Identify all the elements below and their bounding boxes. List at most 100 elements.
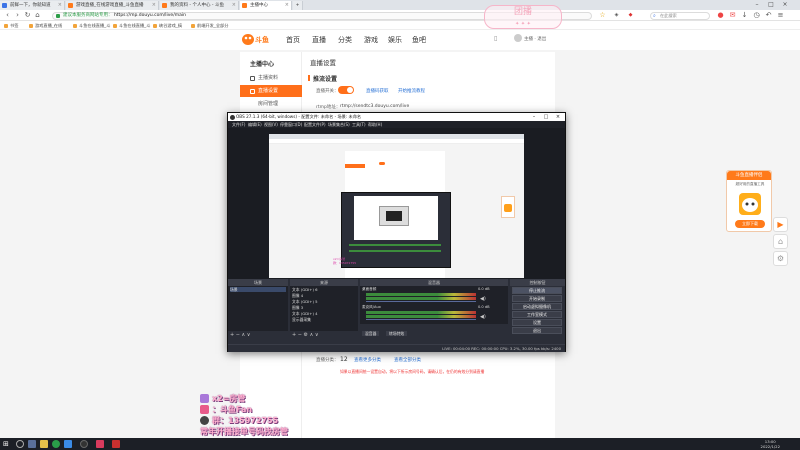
nav-home[interactable]: 首页 [286, 35, 300, 45]
close-window-icon[interactable]: × [778, 0, 792, 10]
obs-taskbar-icon[interactable] [80, 440, 88, 448]
undo-icon[interactable]: ↶ [764, 11, 773, 20]
settings-tool-icon[interactable]: ⚙ [773, 251, 788, 266]
speaker-icon[interactable]: ◀) [480, 296, 486, 302]
source-tools[interactable]: + − ⚙ ∧ ∨ [292, 332, 319, 338]
play-icon[interactable]: ▶ [773, 217, 788, 232]
tab-baidu[interactable]: 前鲜一下，你就知道 × [0, 1, 65, 10]
tab-anchor-center[interactable]: 主播中心 × [240, 1, 292, 10]
close-icon[interactable]: × [58, 1, 62, 10]
app-icon[interactable] [112, 440, 120, 448]
minimize-icon[interactable]: – [750, 0, 764, 10]
virtual-camera-button[interactable]: 启动虚拟摄像机 [512, 303, 562, 310]
source-item[interactable]: 文本 (GDI+) 5 [292, 299, 318, 304]
stop-stream-button[interactable]: 停止推流 [512, 287, 562, 294]
download-icon[interactable]: ↓ [740, 11, 749, 20]
menu-help[interactable]: 帮助(H) [368, 121, 382, 128]
app-icon[interactable] [96, 440, 104, 448]
close-icon[interactable]: × [232, 1, 236, 10]
windows-icon[interactable]: ⊞ [3, 440, 11, 448]
menu-file[interactable]: 文件(F) [232, 121, 245, 128]
maximize-icon[interactable]: □ [764, 0, 778, 10]
menu-edit[interactable]: 编辑(E) [248, 121, 262, 128]
home-tool-icon[interactable]: ⌂ [773, 234, 788, 249]
obs-window[interactable]: OBS 27.1.3 (64-bit, windows) - 配置文件: 未命名… [227, 112, 566, 352]
nav-category[interactable]: 分类 [338, 35, 352, 45]
stream-tutorial-link[interactable]: 开始推流教程 [398, 88, 425, 94]
volume-slider[interactable] [366, 319, 476, 320]
minimize-icon[interactable]: – [528, 113, 540, 121]
volume-slider[interactable] [366, 301, 476, 302]
user-menu[interactable]: 主播 · 退出 [524, 36, 546, 42]
forward-icon[interactable]: › [13, 11, 22, 20]
bookmark-item[interactable]: 斗鱼在线直播_斗 [72, 22, 110, 29]
close-icon[interactable]: × [285, 1, 289, 10]
nav-entertainment[interactable]: 娱乐 [388, 35, 402, 45]
studio-mode-button[interactable]: 工作室模式 [512, 311, 562, 318]
source-item[interactable]: 图像 3 [292, 305, 303, 310]
bookmark-item[interactable]: 游戏直播_在线 [28, 22, 62, 29]
mixer-track-db: 0.0 dB [478, 305, 490, 309]
phone-icon[interactable]: ▯ [494, 35, 497, 42]
nav-game[interactable]: 游戏 [364, 35, 378, 45]
menu-docks[interactable]: 停靠窗口(D) [280, 121, 302, 128]
star-icon[interactable]: ☆ [598, 11, 607, 20]
home-icon[interactable]: ⌂ [33, 11, 42, 20]
new-tab-button[interactable]: + [293, 1, 303, 10]
sidebar-item-room[interactable]: 房间管理 [240, 98, 302, 110]
game-icon[interactable]: ● [716, 11, 725, 20]
transitions-tab[interactable]: 转场特效 [386, 331, 408, 336]
browser-icon[interactable] [64, 440, 72, 448]
tab-profile[interactable]: 我的资料 - 个人中心 - 斗鱼 × [160, 1, 239, 10]
sidebar-item-live-settings[interactable]: 直播设置 [240, 85, 302, 97]
live-toggle[interactable] [338, 86, 354, 94]
back-icon[interactable]: ‹ [3, 11, 12, 20]
download-button[interactable]: 立即下载 [735, 220, 765, 228]
menu-view[interactable]: 视图(V) [264, 121, 278, 128]
tab-douyu-live[interactable]: 游戏直播_在线游戏直播_斗鱼直播 × [66, 1, 159, 10]
douyu-logo[interactable]: 斗鱼 [241, 33, 271, 46]
history-icon[interactable]: ◷ [752, 11, 761, 20]
nav-yuba[interactable]: 鱼吧 [412, 35, 426, 45]
speaker-icon[interactable]: ◀) [480, 314, 486, 320]
search-box[interactable]: ⌕ 在此搜索 [650, 11, 710, 20]
bookmark-item[interactable]: 前端开发_全部分 [190, 22, 228, 29]
source-item[interactable]: 图像 4 [292, 293, 303, 298]
nav-live[interactable]: 直播 [312, 35, 326, 45]
bookmark-item[interactable]: 峡谷游戏_搞 [152, 22, 182, 29]
start-recording-button[interactable]: 开始录制 [512, 295, 562, 302]
sources-list: 文本 (GDI+) 6 图像 4 文本 (GDI+) 5 图像 3 文本 (GD… [290, 286, 358, 331]
sidebar-item-profile[interactable]: 主播资料 [240, 72, 302, 84]
scene-item[interactable]: 场景 [230, 287, 286, 292]
bookmark-item[interactable]: 书签 [3, 22, 18, 29]
extension-icon[interactable]: ◈ [612, 11, 621, 20]
menu-icon[interactable]: ≡ [776, 11, 785, 20]
shield-icon[interactable]: ◆ [626, 11, 635, 20]
obs-preview[interactable]: x2=房管 群：135972755 [228, 128, 565, 279]
promo-card[interactable]: 斗鱼直播伴侣 超好用的直播工具 立即下载 [726, 170, 772, 232]
scene-tools[interactable]: + − ∧ ∨ [230, 332, 250, 338]
mail-icon[interactable]: ✉ [728, 11, 737, 20]
mixer-tab[interactable]: 混音器 [362, 331, 380, 336]
close-window-icon[interactable]: × [552, 113, 564, 121]
refresh-icon[interactable]: ↻ [23, 11, 32, 20]
exit-button[interactable]: 退出 [512, 327, 562, 334]
settings-button[interactable]: 设置 [512, 319, 562, 326]
task-view-icon[interactable] [28, 440, 36, 448]
explorer-icon[interactable] [40, 440, 48, 448]
menu-profile[interactable]: 配置文件(P) [304, 121, 326, 128]
menu-scene-collection[interactable]: 场景集合(S) [328, 121, 350, 128]
menu-tools[interactable]: 工具(T) [352, 121, 366, 128]
maximize-icon[interactable]: □ [540, 113, 552, 121]
bookmark-item[interactable]: 斗鱼在线直播_斗 [112, 22, 150, 29]
wechat-icon[interactable] [52, 440, 60, 448]
more-category-link[interactable]: 查看更多分类 [354, 357, 381, 363]
all-category-link[interactable]: 查看全部分类 [394, 357, 421, 363]
avatar[interactable] [514, 34, 522, 42]
source-item[interactable]: 文本 (GDI+) 6 [292, 287, 318, 292]
search-icon[interactable] [16, 440, 24, 448]
stream-code-link[interactable]: 直播码获取 [366, 88, 389, 94]
close-icon[interactable]: × [152, 1, 156, 10]
source-item[interactable]: 文本 (GDI+) 4 [292, 311, 318, 316]
source-item[interactable]: 显示器采集 [292, 317, 311, 322]
